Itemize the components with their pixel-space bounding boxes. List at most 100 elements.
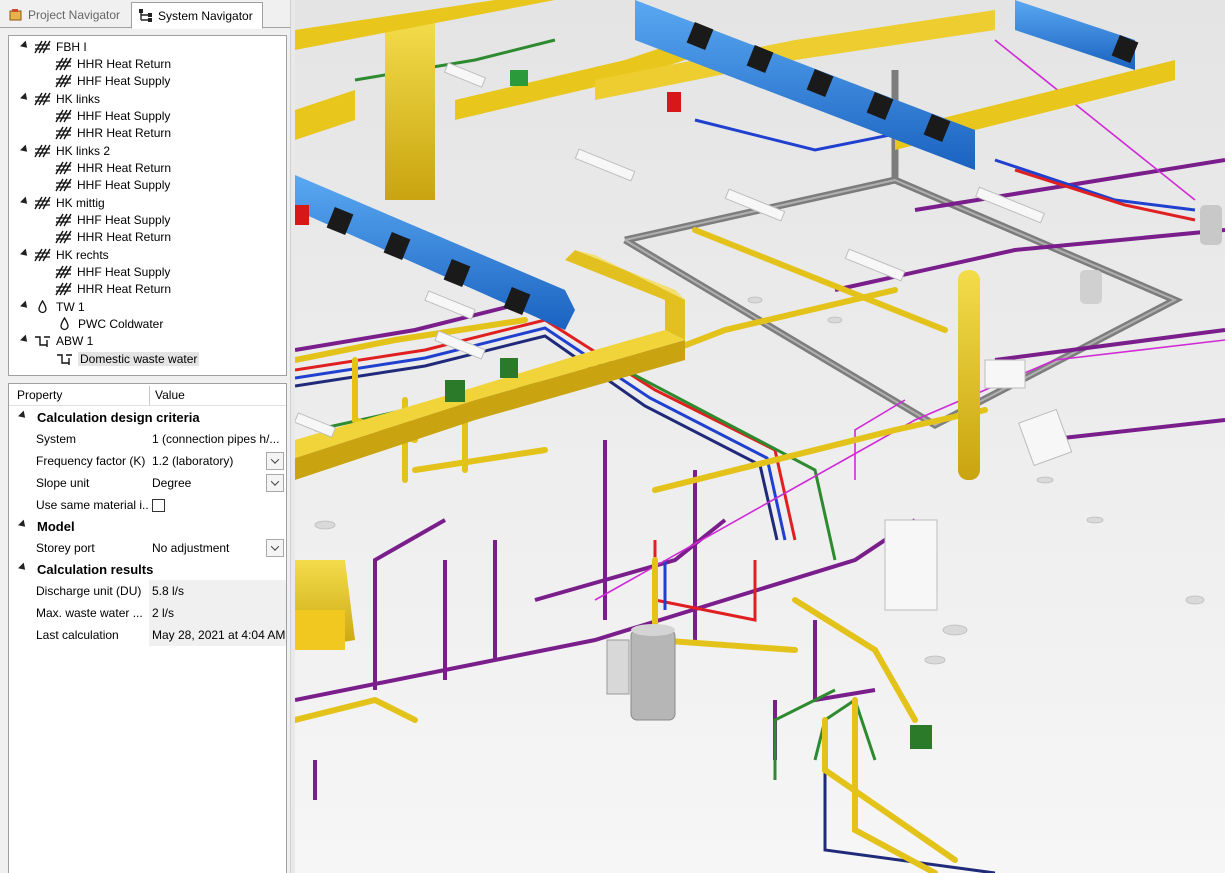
tree-node-label: HHF Heat Supply xyxy=(77,178,171,193)
tree-node-label: HK links 2 xyxy=(56,143,111,158)
frequency-factor-dropdown-button[interactable] xyxy=(266,452,284,470)
property-row-slope-unit[interactable]: Slope unit Degree xyxy=(9,472,286,494)
3d-model-viewport[interactable] xyxy=(295,0,1225,873)
category-model[interactable]: Model xyxy=(18,515,75,537)
expand-collapse-icon[interactable] xyxy=(20,92,30,103)
waste-water-icon xyxy=(34,334,51,348)
project-icon xyxy=(8,8,24,22)
tree-subsystem-node[interactable]: HHR Heat Return xyxy=(55,55,171,72)
tree-subsystem-node[interactable]: HHR Heat Return xyxy=(55,281,171,298)
property-grid: Property Value Calculation design criter… xyxy=(8,383,287,873)
heating-system-icon xyxy=(55,282,72,296)
tree-node-label: TW 1 xyxy=(56,299,85,314)
system-value[interactable]: 1 (connection pipes h/... xyxy=(149,428,286,450)
tree-subsystem-node[interactable]: HHF Heat Supply xyxy=(55,264,170,281)
heating-system-icon xyxy=(55,161,72,175)
heating-system-icon xyxy=(55,109,72,123)
tree-node-label: HK links xyxy=(56,91,101,106)
tree-node-label: HK rechts xyxy=(56,247,109,262)
heating-system-icon xyxy=(34,92,51,106)
tree-node-label: HHF Heat Supply xyxy=(77,108,171,123)
heating-system-icon xyxy=(34,40,51,54)
category-calculation-criteria[interactable]: Calculation design criteria xyxy=(18,406,200,428)
property-column-header[interactable]: Property xyxy=(17,384,62,406)
tab-project-navigator[interactable]: Project Navigator xyxy=(2,2,128,28)
heating-system-icon xyxy=(34,248,51,262)
pipe-network-rendering xyxy=(295,0,1225,873)
tree-system-node[interactable]: ABW 1 xyxy=(20,333,94,350)
tree-node-label: HHR Heat Return xyxy=(77,282,172,297)
expand-collapse-icon[interactable] xyxy=(20,40,30,51)
tree-subsystem-node[interactable]: HHF Heat Supply xyxy=(55,73,170,90)
water-drop-icon xyxy=(34,299,51,314)
chevron-down-icon xyxy=(270,542,280,551)
chevron-down-icon xyxy=(270,455,280,464)
property-row-max-waste-water[interactable]: Max. waste water ... 2 l/s xyxy=(9,602,286,624)
expand-collapse-icon[interactable] xyxy=(20,144,30,155)
property-row-system[interactable]: System 1 (connection pipes h/... xyxy=(9,428,286,450)
tree-system-node[interactable]: HK rechts xyxy=(20,246,109,263)
value-column-header[interactable]: Value xyxy=(155,384,185,406)
expand-collapse-icon[interactable] xyxy=(20,248,30,259)
tree-subsystem-node[interactable]: HHF Heat Supply xyxy=(55,212,170,229)
tree-subsystem-node[interactable]: Domestic waste water xyxy=(56,350,200,367)
system-tree[interactable]: FBH I HHR Heat Return HHF Heat Supply HK li… xyxy=(8,35,287,376)
tree-subsystem-node[interactable]: PWC Coldwater xyxy=(56,316,163,333)
category-calculation-results[interactable]: Calculation results xyxy=(18,558,153,580)
tree-node-label: ABW 1 xyxy=(56,334,94,349)
slope-unit-dropdown-button[interactable] xyxy=(266,474,284,492)
heating-system-icon xyxy=(55,178,72,192)
tree-system-node[interactable]: HK mittig xyxy=(20,194,105,211)
heating-system-icon xyxy=(55,230,72,244)
heating-system-icon xyxy=(55,126,72,140)
tree-node-label: FBH I xyxy=(56,39,87,54)
heating-system-icon xyxy=(34,196,51,210)
navigator-tab-bar: Project Navigator System Navigator xyxy=(0,0,295,29)
expand-collapse-icon[interactable] xyxy=(20,300,30,311)
tree-subsystem-node[interactable]: HHF Heat Supply xyxy=(55,107,170,124)
tree-node-label: HHR Heat Return xyxy=(77,56,172,71)
storey-port-dropdown-button[interactable] xyxy=(266,539,284,557)
tree-system-node[interactable]: HK links 2 xyxy=(20,142,111,159)
property-row-storey-port[interactable]: Storey port No adjustment xyxy=(9,537,286,559)
property-row-frequency-factor[interactable]: Frequency factor (K) 1.2 (laboratory) xyxy=(9,450,286,472)
max-waste-water-value: 2 l/s xyxy=(149,602,286,624)
water-drop-icon xyxy=(56,316,73,331)
heating-system-icon xyxy=(55,213,72,227)
chevron-down-icon xyxy=(270,477,280,486)
same-material-checkbox[interactable] xyxy=(152,499,165,512)
tree-node-label: Domestic waste water xyxy=(78,351,200,366)
expand-collapse-icon[interactable] xyxy=(20,335,30,345)
heating-system-icon xyxy=(55,57,72,71)
property-row-same-material[interactable]: Use same material i... xyxy=(9,494,286,516)
expand-collapse-icon[interactable] xyxy=(20,196,30,207)
system-tree-icon xyxy=(138,9,154,23)
property-row-discharge-unit[interactable]: Discharge unit (DU) 5.8 l/s xyxy=(9,580,286,602)
tree-subsystem-node[interactable]: HHR Heat Return xyxy=(55,159,171,176)
tree-node-label: HHF Heat Supply xyxy=(77,213,171,227)
tree-subsystem-node[interactable]: HHR Heat Return xyxy=(55,229,171,246)
heating-system-icon xyxy=(55,74,72,88)
tree-node-label: HHR Heat Return xyxy=(77,126,172,141)
tree-node-label: HHR Heat Return xyxy=(77,160,172,175)
tree-node-label: PWC Coldwater xyxy=(78,317,164,332)
column-separator[interactable] xyxy=(149,386,150,405)
tab-system-navigator[interactable]: System Navigator xyxy=(131,2,263,29)
collapse-icon xyxy=(18,519,28,530)
heating-system-icon xyxy=(34,144,51,158)
tree-node-label: HK mittig xyxy=(56,195,105,210)
tree-system-node[interactable]: HK links xyxy=(20,90,101,107)
tree-system-node[interactable]: TW 1 xyxy=(20,298,85,315)
tree-subsystem-node[interactable]: HHF Heat Supply xyxy=(55,177,170,194)
collapse-icon xyxy=(18,562,28,573)
property-row-last-calculation[interactable]: Last calculation May 28, 2021 at 4:04 AM xyxy=(9,624,286,646)
discharge-unit-value: 5.8 l/s xyxy=(149,580,286,602)
tree-system-node[interactable]: FBH I xyxy=(20,38,87,55)
tree-subsystem-node[interactable]: HHR Heat Return xyxy=(55,125,171,142)
heating-system-icon xyxy=(55,265,72,279)
navigator-pane: Project Navigator System Navigator FBH I… xyxy=(0,0,295,873)
collapse-icon xyxy=(18,410,28,421)
tree-node-label: HHR Heat Return xyxy=(77,230,172,245)
waste-water-icon xyxy=(56,352,73,366)
last-calculation-value: May 28, 2021 at 4:04 AM xyxy=(149,624,286,646)
